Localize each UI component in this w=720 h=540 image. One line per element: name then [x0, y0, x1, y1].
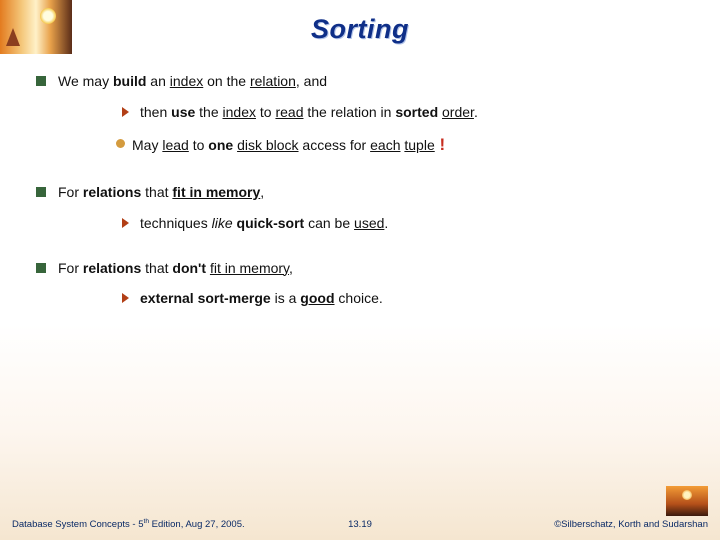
text: lead [162, 137, 188, 153]
triangle-bullet-icon [122, 293, 129, 303]
text: access for [299, 137, 371, 153]
text: read [275, 104, 303, 120]
text: to [189, 137, 208, 153]
text: choice. [335, 290, 383, 306]
square-bullet-icon [36, 187, 46, 197]
text: fit in memory [172, 184, 260, 200]
text: used [354, 215, 384, 231]
text: Edition, Aug 27, 2005. [149, 519, 245, 530]
triangle-bullet-icon [122, 107, 129, 117]
text: the [195, 104, 222, 120]
text: can be [304, 215, 354, 231]
text: that [141, 184, 172, 200]
text: external sort-merge [140, 290, 271, 306]
text: , [260, 184, 264, 200]
text: then [140, 104, 171, 120]
text: that [141, 260, 172, 276]
text: to [256, 104, 275, 120]
exclamation-icon: ! [435, 135, 445, 154]
text: relations [83, 260, 141, 276]
square-bullet-icon [36, 263, 46, 273]
text: one [208, 137, 233, 153]
text: May [132, 137, 162, 153]
text: tuple [404, 137, 434, 153]
text: index [223, 104, 256, 120]
subbullet-disk-block: May lead to one disk block access for ea… [94, 134, 696, 157]
text: sorted [395, 104, 438, 120]
square-bullet-icon [36, 76, 46, 86]
text: index [170, 73, 203, 89]
text: order [442, 104, 474, 120]
slide-number: 13.19 [348, 519, 372, 530]
text: . [474, 104, 478, 120]
text: like [212, 215, 233, 231]
text: quick-sort [237, 215, 305, 231]
subbullet-quicksort: techniques like quick-sort can be used. [102, 214, 696, 233]
text: don't [172, 260, 206, 276]
subbullet-external-sort: external sort-merge is a good choice. [102, 289, 696, 308]
text: build [113, 73, 146, 89]
corner-sailboat-image [0, 0, 72, 54]
text: is a [271, 290, 301, 306]
text: We may [58, 73, 113, 89]
circle-bullet-icon [116, 139, 125, 148]
text: techniques [140, 215, 212, 231]
footer-copyright: ©Silberschatz, Korth and Sudarshan [554, 519, 708, 530]
text: each [370, 137, 400, 153]
triangle-bullet-icon [122, 218, 129, 228]
text: disk block [237, 137, 298, 153]
text: , and [296, 73, 327, 89]
footer-sunset-image [666, 486, 708, 516]
subbullet-use-index: then use the index to read the relation … [102, 103, 696, 122]
text: use [171, 104, 195, 120]
text: on the [203, 73, 250, 89]
text: . [384, 215, 388, 231]
text: good [300, 290, 334, 306]
text: Database System Concepts - 5 [12, 519, 143, 530]
slide-body: We may build an index on the relation, a… [36, 72, 696, 322]
bullet-fit-memory: For relations that fit in memory, techni… [36, 183, 696, 233]
text: an [146, 73, 169, 89]
text: fit in memory [210, 260, 289, 276]
text: relations [83, 184, 141, 200]
bullet-dont-fit-memory: For relations that don't fit in memory, … [36, 259, 696, 309]
text: For [58, 184, 83, 200]
footer-left-text: Database System Concepts - 5th Edition, … [12, 518, 245, 530]
text: , [289, 260, 293, 276]
slide-title: Sorting [0, 0, 720, 45]
bullet-build-index: We may build an index on the relation, a… [36, 72, 696, 157]
text: For [58, 260, 83, 276]
text: the relation in [303, 104, 395, 120]
text: relation [250, 73, 296, 89]
